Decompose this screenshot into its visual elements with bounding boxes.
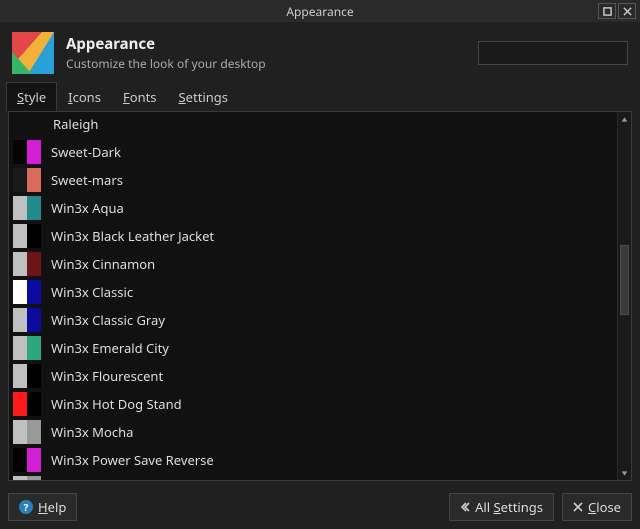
- theme-row[interactable]: Win3x Mocha: [9, 418, 617, 446]
- page-title: Appearance: [66, 34, 266, 54]
- window-title: Appearance: [286, 3, 353, 20]
- all-settings-button[interactable]: All Settings: [449, 493, 554, 521]
- theme-row[interactable]: Sweet-Dark: [9, 138, 617, 166]
- theme-name: Win3x Classic: [51, 283, 133, 301]
- close-window-button[interactable]: [618, 3, 636, 19]
- scrollbar-thumb[interactable]: [620, 245, 629, 315]
- theme-swatch: [13, 252, 41, 276]
- theme-row[interactable]: Sweet-mars: [9, 166, 617, 194]
- help-mnemonic: H: [38, 498, 48, 516]
- theme-name: Sweet-Dark: [51, 143, 121, 161]
- theme-row[interactable]: Win3x Emerald City: [9, 334, 617, 362]
- theme-swatch: [13, 336, 41, 360]
- scroll-down-button[interactable]: [618, 466, 631, 480]
- scrollbar-track[interactable]: [618, 126, 631, 466]
- search-input-container[interactable]: [478, 41, 628, 65]
- theme-name: Win3x Aqua: [51, 199, 124, 217]
- theme-swatch: [13, 140, 41, 164]
- page-subtitle: Customize the look of your desktop: [66, 55, 266, 72]
- theme-name: Win3x Black Leather Jacket: [51, 227, 214, 245]
- theme-name: Win3x Classic Gray: [51, 311, 165, 329]
- theme-row[interactable]: Win3x Hot Dog Stand: [9, 390, 617, 418]
- theme-name: Win3x Emerald City: [51, 339, 169, 357]
- theme-row[interactable]: Win3x Black Leather Jacket: [9, 222, 617, 250]
- close-icon: [573, 498, 583, 516]
- theme-swatch: [13, 420, 41, 444]
- theme-name: Win3x Hot Dog Stand: [51, 395, 182, 413]
- theme-row[interactable]: Win3x Classic Gray: [9, 306, 617, 334]
- theme-swatch: [13, 280, 41, 304]
- theme-swatch: [13, 392, 41, 416]
- theme-swatch: [13, 196, 41, 220]
- theme-swatch: [13, 448, 41, 472]
- help-icon: ?: [19, 500, 33, 514]
- chevron-left-icon: [460, 498, 470, 516]
- appearance-icon: [12, 32, 54, 74]
- theme-swatch: [13, 168, 41, 192]
- scrollbar[interactable]: [617, 112, 631, 480]
- tab-settings[interactable]: Settings: [168, 82, 239, 111]
- theme-row[interactable]: Win3x Aqua: [9, 194, 617, 222]
- theme-row[interactable]: Win3x Flourescent: [9, 362, 617, 390]
- theme-name: Win3x Mocha: [51, 423, 133, 441]
- theme-list-panel: Raleigh Sweet-Dark Sweet-mars Win3x Aqua Win…: [8, 111, 632, 481]
- all-settings-label: All Settings: [475, 498, 543, 516]
- theme-row[interactable]: Win3x Cinnamon: [9, 250, 617, 278]
- theme-swatch: [13, 476, 41, 480]
- theme-list[interactable]: Raleigh Sweet-Dark Sweet-mars Win3x Aqua Win…: [9, 112, 617, 480]
- theme-swatch: [13, 364, 41, 388]
- theme-name: Win3x Cinnamon: [51, 255, 155, 273]
- theme-name: Win3x Standard: [51, 479, 148, 480]
- theme-row[interactable]: Raleigh: [9, 112, 617, 138]
- header: Appearance Customize the look of your de…: [0, 22, 640, 82]
- theme-name: Sweet-mars: [51, 171, 123, 189]
- tab-bar: StyleIconsFontsSettings: [0, 82, 640, 111]
- maximize-button[interactable]: [598, 3, 616, 19]
- theme-row[interactable]: Win3x Classic: [9, 278, 617, 306]
- theme-swatch: [13, 224, 41, 248]
- scroll-up-button[interactable]: [618, 112, 631, 126]
- theme-name: Win3x Power Save Reverse: [51, 451, 214, 469]
- tab-style[interactable]: Style: [6, 82, 57, 111]
- tab-fonts[interactable]: Fonts: [112, 82, 168, 111]
- theme-swatch: [13, 308, 41, 332]
- theme-name: Win3x Flourescent: [51, 367, 163, 385]
- search-input[interactable]: [479, 45, 640, 62]
- close-mnemonic: C: [588, 498, 596, 516]
- close-button[interactable]: Close: [562, 493, 632, 521]
- footer: ? Help All Settings Close: [0, 487, 640, 529]
- theme-row[interactable]: Win3x Power Save Reverse: [9, 446, 617, 474]
- theme-row[interactable]: Win3x Standard: [9, 474, 617, 480]
- tab-icons[interactable]: Icons: [57, 82, 112, 111]
- theme-name: Raleigh: [53, 115, 98, 133]
- window-titlebar: Appearance: [0, 0, 640, 22]
- help-button[interactable]: ? Help: [8, 493, 77, 521]
